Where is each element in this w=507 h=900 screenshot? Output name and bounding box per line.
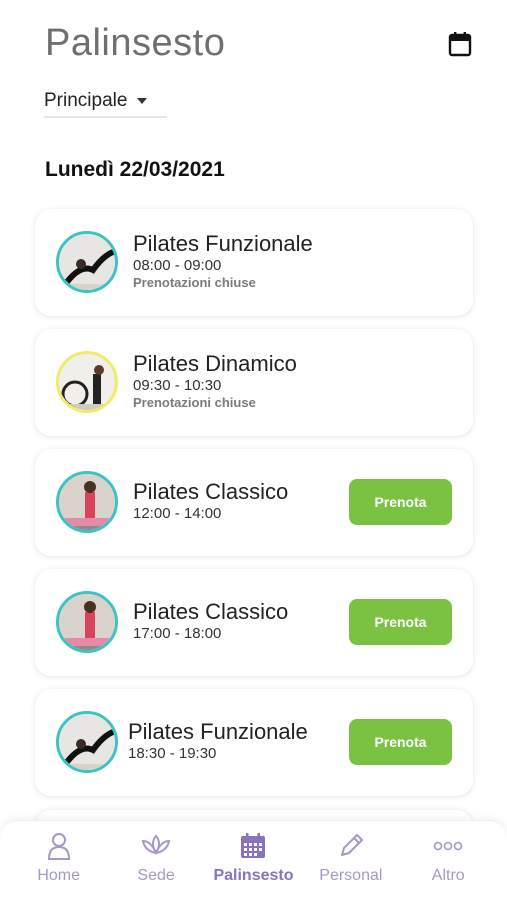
class-title: Pilates Funzionale: [128, 719, 308, 744]
class-time: 17:00 - 18:00: [133, 625, 222, 642]
class-title: Pilates Funzionale: [133, 231, 313, 256]
class-avatar: [56, 351, 118, 413]
class-avatar: [56, 231, 118, 293]
person-icon: [47, 833, 70, 860]
nav-item-altro[interactable]: Altro: [403, 831, 493, 885]
class-card[interactable]: Pilates Classico 12:00 - 14:00 Prenota: [35, 449, 473, 556]
caret-down-icon: [137, 98, 148, 104]
nav-label-personal: Personal: [319, 867, 383, 884]
bottom-nav: Home Sede Palinsesto Personal Altro: [0, 820, 507, 900]
class-title: Pilates Dinamico: [133, 351, 297, 376]
class-title: Pilates Classico: [133, 599, 289, 624]
class-time: 12:00 - 14:00: [133, 505, 222, 522]
booking-status: Prenotazioni chiuse: [133, 275, 256, 290]
nav-label-home: Home: [37, 867, 81, 884]
calendar-icon: [448, 32, 472, 57]
class-title: Pilates Classico: [133, 479, 289, 504]
lotus-icon: [141, 834, 171, 855]
date-heading: Lunedì 22/03/2021: [45, 158, 225, 181]
class-time: 18:30 - 19:30: [128, 745, 217, 762]
class-avatar: [56, 711, 118, 773]
location-select[interactable]: Principale: [44, 86, 167, 118]
class-card[interactable]: Pilates Funzionale 18:30 - 19:30 Prenota: [35, 689, 473, 796]
book-button[interactable]: Prenota: [349, 719, 452, 765]
class-list: Pilates Funzionale 08:00 - 09:00 Prenota…: [35, 209, 473, 809]
nav-label-palinsesto: Palinsesto: [213, 867, 294, 884]
calendar-button[interactable]: [447, 30, 473, 58]
nav-label-altro: Altro: [431, 867, 465, 884]
class-avatar: [56, 471, 118, 533]
class-card[interactable]: Pilates Funzionale 08:00 - 09:00 Prenota…: [35, 209, 473, 316]
book-button[interactable]: Prenota: [349, 479, 452, 525]
nav-item-home[interactable]: Home: [14, 831, 104, 885]
class-card[interactable]: Pilates Classico 17:00 - 18:00 Prenota: [35, 569, 473, 676]
class-card[interactable]: Pilates Dinamico 09:30 - 10:30 Prenotazi…: [35, 329, 473, 436]
more-dots-icon: [433, 841, 463, 851]
book-button[interactable]: Prenota: [349, 599, 452, 645]
class-time: 08:00 - 09:00: [133, 257, 222, 274]
pencil-icon: [340, 834, 363, 856]
page-title: Palinsesto: [45, 22, 226, 64]
nav-item-sede[interactable]: Sede: [111, 831, 201, 885]
calendar-grid-icon: [241, 833, 266, 858]
nav-label-sede: Sede: [137, 867, 175, 884]
header: Palinsesto: [45, 22, 473, 72]
nav-item-personal[interactable]: Personal: [306, 831, 396, 885]
nav-item-palinsesto[interactable]: Palinsesto: [208, 831, 298, 885]
location-select-value: Principale: [44, 90, 128, 111]
booking-status: Prenotazioni chiuse: [133, 395, 256, 410]
class-avatar: [56, 591, 118, 653]
class-time: 09:30 - 10:30: [133, 377, 222, 394]
